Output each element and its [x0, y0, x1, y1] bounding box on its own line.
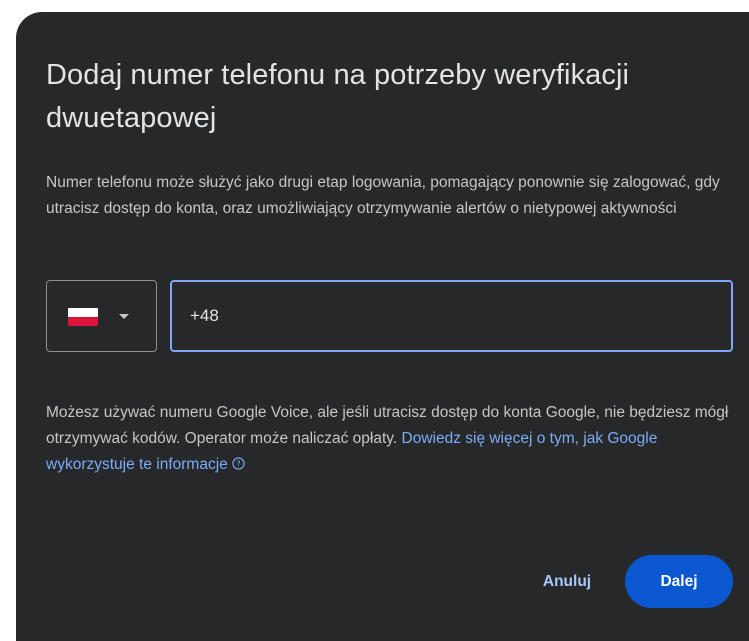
next-button[interactable]: Dalej [625, 555, 733, 608]
country-select[interactable] [46, 280, 157, 352]
phone-number-field[interactable] [170, 280, 733, 352]
dialog-title: Dodaj numer telefonu na potrzeby weryfik… [46, 59, 630, 134]
two-step-verification-dialog: Dodaj numer telefonu na potrzeby weryfik… [16, 12, 749, 641]
poland-flag-icon [68, 308, 98, 326]
svg-text:?: ? [236, 458, 240, 468]
help-circle-icon[interactable]: ? [232, 457, 245, 470]
caret-down-icon [119, 314, 129, 319]
google-voice-note: Możesz używać numeru Google Voice, ale j… [46, 400, 736, 478]
phone-number-input[interactable] [190, 282, 710, 350]
dialog-description: Numer telefonu może służyć jako drugi et… [46, 174, 720, 217]
cancel-button[interactable]: Anuluj [527, 556, 607, 608]
